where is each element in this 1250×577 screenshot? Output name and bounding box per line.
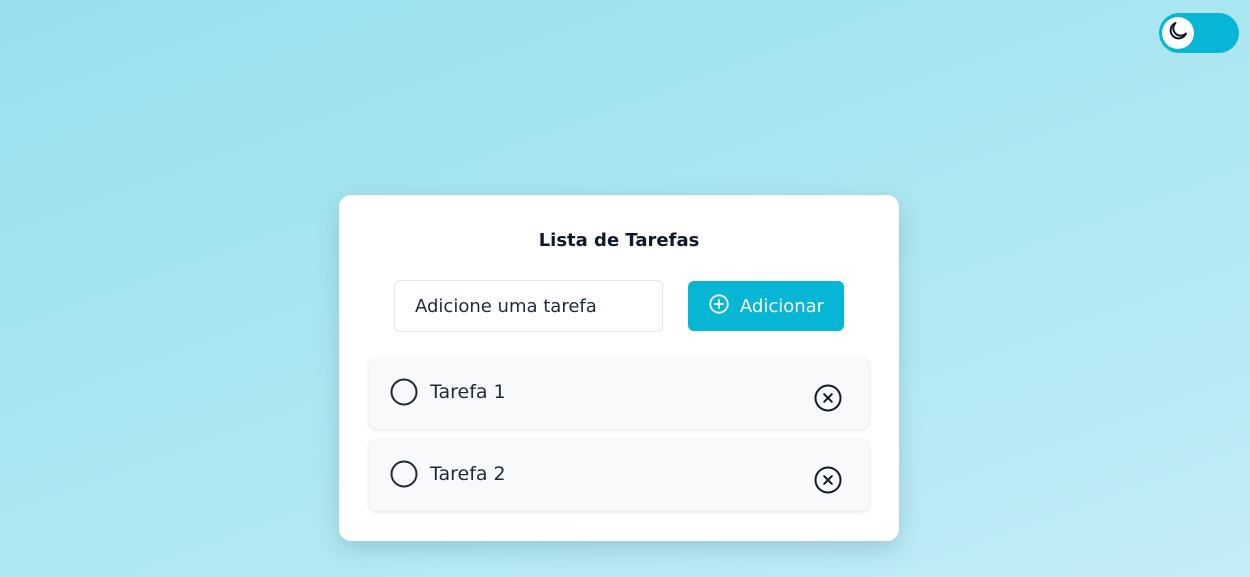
add-task-button[interactable]: Adicionar bbox=[688, 281, 844, 331]
add-task-button-label: Adicionar bbox=[739, 295, 825, 317]
task-list: Tarefa 1 Tarefa 2 bbox=[369, 357, 869, 521]
plus-circle-icon bbox=[708, 293, 730, 320]
task-input[interactable] bbox=[394, 280, 663, 332]
close-circle-icon[interactable] bbox=[813, 465, 843, 495]
task-label: Tarefa 1 bbox=[430, 381, 506, 403]
task-label: Tarefa 2 bbox=[430, 463, 506, 485]
close-circle-icon[interactable] bbox=[813, 383, 843, 413]
circle-check-icon[interactable] bbox=[390, 460, 418, 488]
todo-card: Lista de Tarefas Adicionar Tarefa 1 bbox=[339, 195, 899, 541]
task-item: Tarefa 1 bbox=[369, 357, 869, 429]
theme-toggle-knob bbox=[1162, 17, 1194, 49]
moon-icon bbox=[1166, 19, 1190, 47]
page-title: Lista de Tarefas bbox=[538, 230, 700, 251]
task-item: Tarefa 2 bbox=[369, 439, 869, 511]
circle-check-icon[interactable] bbox=[390, 378, 418, 406]
theme-toggle[interactable] bbox=[1159, 13, 1239, 53]
